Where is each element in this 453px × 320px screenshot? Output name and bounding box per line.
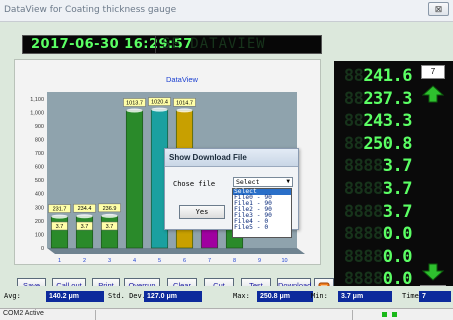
chart-bar-top	[76, 214, 93, 219]
reading-count: 7	[421, 65, 445, 79]
avg-label: Avg:	[4, 292, 21, 300]
bar-value-label: 1013.7	[126, 100, 143, 106]
reading-value: 88880.0	[343, 224, 413, 245]
chart-bar-top	[51, 214, 68, 219]
arrow-up-icon[interactable]	[422, 85, 444, 103]
title-bar: DataView for Coating thickness gauge ⊠	[0, 0, 453, 22]
bar-value-label: 1014.7	[176, 100, 193, 106]
x-tick-label: 10	[281, 258, 287, 264]
x-tick-label: 8	[233, 258, 236, 264]
chart-bar	[50, 216, 69, 249]
yes-button[interactable]: Yes	[179, 205, 225, 219]
bar-value-label: 234.4	[78, 206, 92, 212]
clock-bar: 2017-06-30 16:29:57 SE DATAVIEW	[22, 35, 322, 54]
status-bar: COM2 Active	[0, 308, 453, 320]
chart-bar-top	[176, 108, 193, 113]
file-select-value: Select	[236, 178, 260, 186]
x-tick-label: 5	[158, 258, 161, 264]
y-tick-label: 300	[35, 205, 44, 211]
chart-bar	[100, 215, 119, 249]
chart-bar	[125, 110, 144, 249]
bar-value-label: 231.7	[53, 207, 67, 213]
bar-value-label: 236.9	[103, 206, 117, 212]
reading-panel: 88241.6 88237.3 88243.3 88250.8 88883.7 88883…	[334, 61, 453, 297]
reading-value: 88250.8	[343, 133, 413, 154]
min-label: Min:	[311, 292, 328, 300]
reading-value: 88237.3	[343, 88, 413, 109]
reading-value: 88883.7	[343, 201, 413, 222]
max-label: Max:	[233, 292, 250, 300]
y-tick-label: 0	[41, 246, 44, 252]
chart-bar-top	[101, 213, 118, 218]
x-tick-label: 6	[183, 258, 186, 264]
choose-file-label: Chose file	[173, 180, 216, 188]
chart-title: DataView	[166, 75, 199, 84]
plot-floor	[47, 248, 305, 254]
x-tick-label: 4	[133, 258, 136, 264]
y-tick-label: 500	[35, 178, 44, 184]
chart-bar-top	[151, 107, 168, 112]
x-tick-label: 7	[208, 258, 211, 264]
dropdown-option[interactable]: File5 - 0	[233, 224, 291, 231]
stats-bar: Avg: 140.2 μm Std. Dev. 127.0 μm Max: 25…	[0, 286, 453, 308]
bar-value-label: 1020.4	[151, 100, 168, 106]
status-divider-2	[352, 310, 353, 320]
dialog-title: Show Download File	[165, 149, 298, 167]
reading-value: 88243.3	[343, 111, 413, 132]
y-tick-label: 100	[35, 232, 44, 238]
secondary-value-label: 3.7	[56, 224, 64, 230]
chart-bar-top	[126, 108, 143, 113]
led-icon	[382, 312, 387, 317]
y-tick-label: 400	[35, 192, 44, 198]
arrow-down-icon[interactable]	[422, 263, 444, 281]
y-tick-label: 700	[35, 151, 44, 157]
main-panel: 2017-06-30 16:29:57 SE DATAVIEW DataView…	[0, 22, 453, 308]
times-value: 7	[419, 291, 451, 302]
reading-side-column: 7	[416, 61, 452, 297]
x-tick-label: 9	[258, 258, 261, 264]
secondary-value-label: 3.7	[106, 224, 114, 230]
chart-bar	[75, 215, 94, 249]
reading-value: 88241.6	[343, 66, 413, 86]
avg-value: 140.2 μm	[46, 291, 104, 302]
reading-value: 88883.7	[343, 179, 413, 199]
x-tick-label: 1	[58, 258, 61, 264]
reading-list: 88241.6 88237.3 88243.3 88250.8 88883.7 88883…	[334, 61, 414, 297]
max-value: 250.8 μm	[257, 291, 313, 302]
y-tick-label: 1,100	[30, 97, 44, 103]
status-divider	[95, 310, 96, 320]
min-value: 3.7 μm	[338, 291, 392, 302]
close-button[interactable]: ⊠	[428, 2, 449, 16]
std-dev-value: 127.0 μm	[144, 291, 202, 302]
led-icon	[392, 312, 397, 317]
file-dropdown-list: Select File0 - 90 File1 - 90 File2 - 90 File…	[232, 188, 292, 238]
x-tick-label: 3	[108, 258, 111, 264]
file-select[interactable]: Select ▼	[233, 177, 293, 187]
port-status: COM2 Active	[3, 310, 44, 317]
chevron-down-icon[interactable]: ▼	[286, 178, 290, 186]
y-tick-label: 1,000	[30, 110, 44, 116]
y-tick-label: 900	[35, 124, 44, 130]
std-dev-label: Std. Dev.	[108, 292, 146, 300]
segment-text-display: SE DATAVIEW	[155, 36, 321, 53]
y-tick-label: 600	[35, 165, 44, 171]
secondary-value-label: 3.7	[81, 224, 89, 230]
y-tick-label: 800	[35, 137, 44, 143]
reading-value: 88880.0	[343, 246, 413, 267]
reading-value: 88883.7	[343, 156, 413, 177]
y-tick-label: 200	[35, 219, 44, 225]
x-tick-label: 2	[83, 258, 86, 264]
window-title: DataView for Coating thickness gauge	[4, 5, 177, 15]
